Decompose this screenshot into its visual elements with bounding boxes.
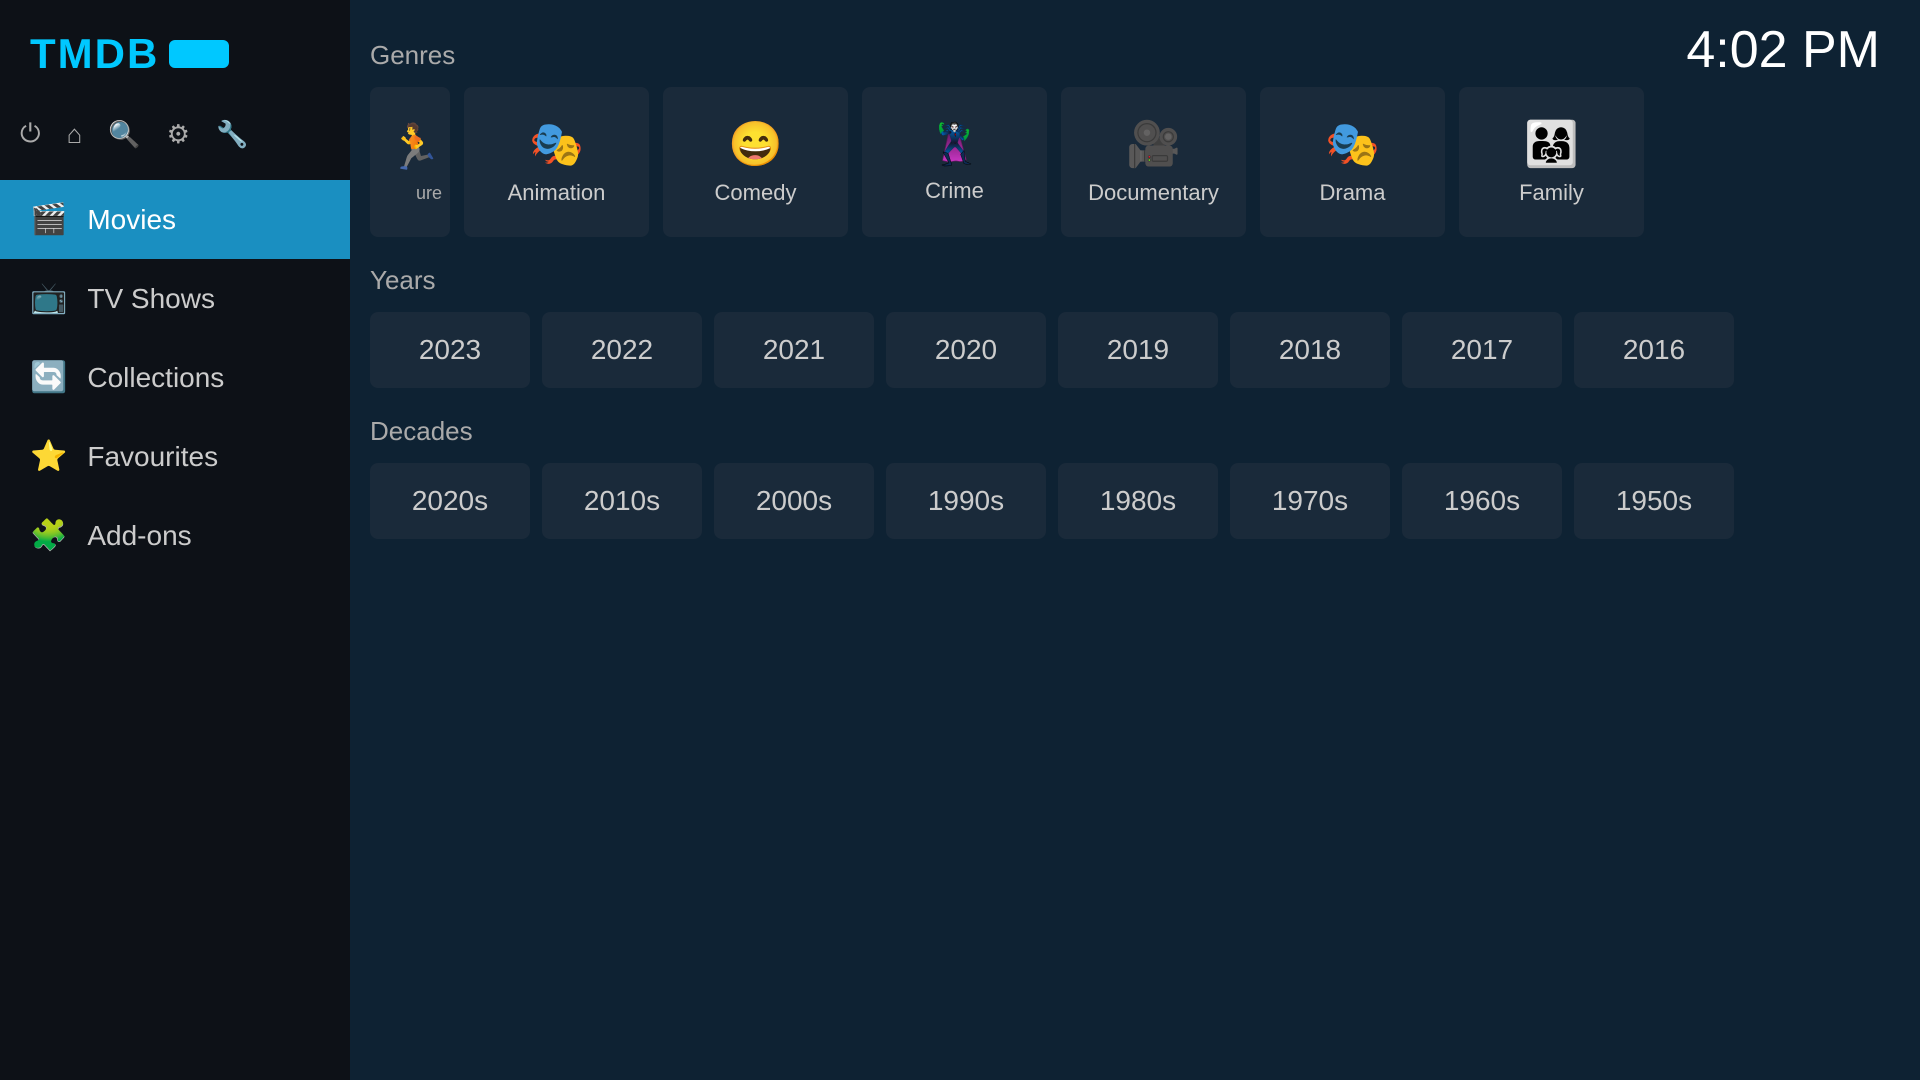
toolbar: ⏻ ⌂ 🔍 ⚙ 🔧: [0, 108, 350, 170]
genre-card-drama[interactable]: 🎭 Drama: [1260, 87, 1445, 237]
comedy-icon: 😄: [728, 118, 783, 170]
sidebar-label-addons: Add-ons: [87, 520, 191, 552]
genre-card-documentary[interactable]: 🎥 Documentary: [1061, 87, 1246, 237]
year-2019[interactable]: 2019: [1058, 312, 1218, 388]
settings-icon[interactable]: ⚙: [167, 119, 190, 150]
power-icon[interactable]: ⏻: [20, 118, 41, 150]
decade-1960s[interactable]: 1960s: [1402, 463, 1562, 539]
favourites-icon: ⭐: [30, 439, 67, 474]
decade-1970s[interactable]: 1970s: [1230, 463, 1390, 539]
main-content: 4:02 PM Genres 🏃 ure 🎭 Animation 😄 Comed…: [350, 0, 1920, 1080]
animation-icon: 🎭: [529, 118, 584, 170]
collections-icon: 🔄: [30, 360, 67, 395]
year-2020[interactable]: 2020: [886, 312, 1046, 388]
decade-2010s[interactable]: 2010s: [542, 463, 702, 539]
decade-2020s[interactable]: 2020s: [370, 463, 530, 539]
genre-card-family[interactable]: 👨‍👩‍👧 Family: [1459, 87, 1644, 237]
logo-text: TMDB: [30, 30, 159, 78]
decade-1980s[interactable]: 1980s: [1058, 463, 1218, 539]
sidebar-label-movies: Movies: [87, 204, 176, 236]
addons-icon: 🧩: [30, 518, 67, 553]
sidebar-item-tvshows[interactable]: 📺 TV Shows: [0, 259, 350, 338]
search-icon[interactable]: 🔍: [108, 119, 140, 150]
genres-label: Genres: [370, 40, 1890, 71]
drama-icon: 🎭: [1325, 118, 1380, 170]
decades-row: 2020s 2010s 2000s 1990s 1980s 1970s 1960…: [370, 463, 1890, 539]
year-2023[interactable]: 2023: [370, 312, 530, 388]
sidebar: TMDB ⏻ ⌂ 🔍 ⚙ 🔧 🎬 Movies 📺 TV Shows 🔄 Col…: [0, 0, 350, 1080]
years-label: Years: [370, 265, 1890, 296]
genre-card-crime[interactable]: 🦹 Crime: [862, 87, 1047, 237]
sidebar-label-tvshows: TV Shows: [87, 283, 215, 315]
genre-card-adventure[interactable]: 🏃 ure: [370, 87, 450, 237]
documentary-icon: 🎥: [1126, 118, 1181, 170]
tvshows-icon: 📺: [30, 281, 67, 316]
year-2022[interactable]: 2022: [542, 312, 702, 388]
genre-label-animation: Animation: [508, 180, 606, 206]
sidebar-item-movies[interactable]: 🎬 Movies: [0, 180, 350, 259]
genre-label-crime: Crime: [925, 178, 984, 204]
nav-items: 🎬 Movies 📺 TV Shows 🔄 Collections ⭐ Favo…: [0, 180, 350, 575]
logo-badge: [169, 40, 229, 68]
sidebar-label-collections: Collections: [87, 362, 224, 394]
genre-label-adventure: ure: [416, 183, 442, 204]
decade-2000s[interactable]: 2000s: [714, 463, 874, 539]
sidebar-item-addons[interactable]: 🧩 Add-ons: [0, 496, 350, 575]
decade-1950s[interactable]: 1950s: [1574, 463, 1734, 539]
decade-1990s[interactable]: 1990s: [886, 463, 1046, 539]
genre-label-documentary: Documentary: [1088, 180, 1219, 206]
year-2018[interactable]: 2018: [1230, 312, 1390, 388]
sidebar-item-collections[interactable]: 🔄 Collections: [0, 338, 350, 417]
year-2017[interactable]: 2017: [1402, 312, 1562, 388]
genre-label-drama: Drama: [1319, 180, 1385, 206]
genre-label-comedy: Comedy: [715, 180, 797, 206]
year-2016[interactable]: 2016: [1574, 312, 1734, 388]
genre-card-animation[interactable]: 🎭 Animation: [464, 87, 649, 237]
movies-icon: 🎬: [30, 202, 67, 237]
time-display: 4:02 PM: [1686, 20, 1880, 80]
wrench-icon[interactable]: 🔧: [216, 119, 248, 150]
genre-label-family: Family: [1519, 180, 1584, 206]
genre-row: 🏃 ure 🎭 Animation 😄 Comedy 🦹 Crime 🎥 Doc…: [370, 87, 1890, 237]
home-icon[interactable]: ⌂: [67, 119, 83, 150]
logo-area: TMDB: [0, 10, 350, 108]
family-icon: 👨‍👩‍👧: [1524, 118, 1579, 170]
crime-icon: 🦹: [930, 121, 980, 168]
genre-card-comedy[interactable]: 😄 Comedy: [663, 87, 848, 237]
year-2021[interactable]: 2021: [714, 312, 874, 388]
years-row: 2023 2022 2021 2020 2019 2018 2017 2016: [370, 312, 1890, 388]
sidebar-item-favourites[interactable]: ⭐ Favourites: [0, 417, 350, 496]
decades-label: Decades: [370, 416, 1890, 447]
sidebar-label-favourites: Favourites: [87, 441, 218, 473]
adventure-icon: 🏃: [387, 121, 442, 173]
